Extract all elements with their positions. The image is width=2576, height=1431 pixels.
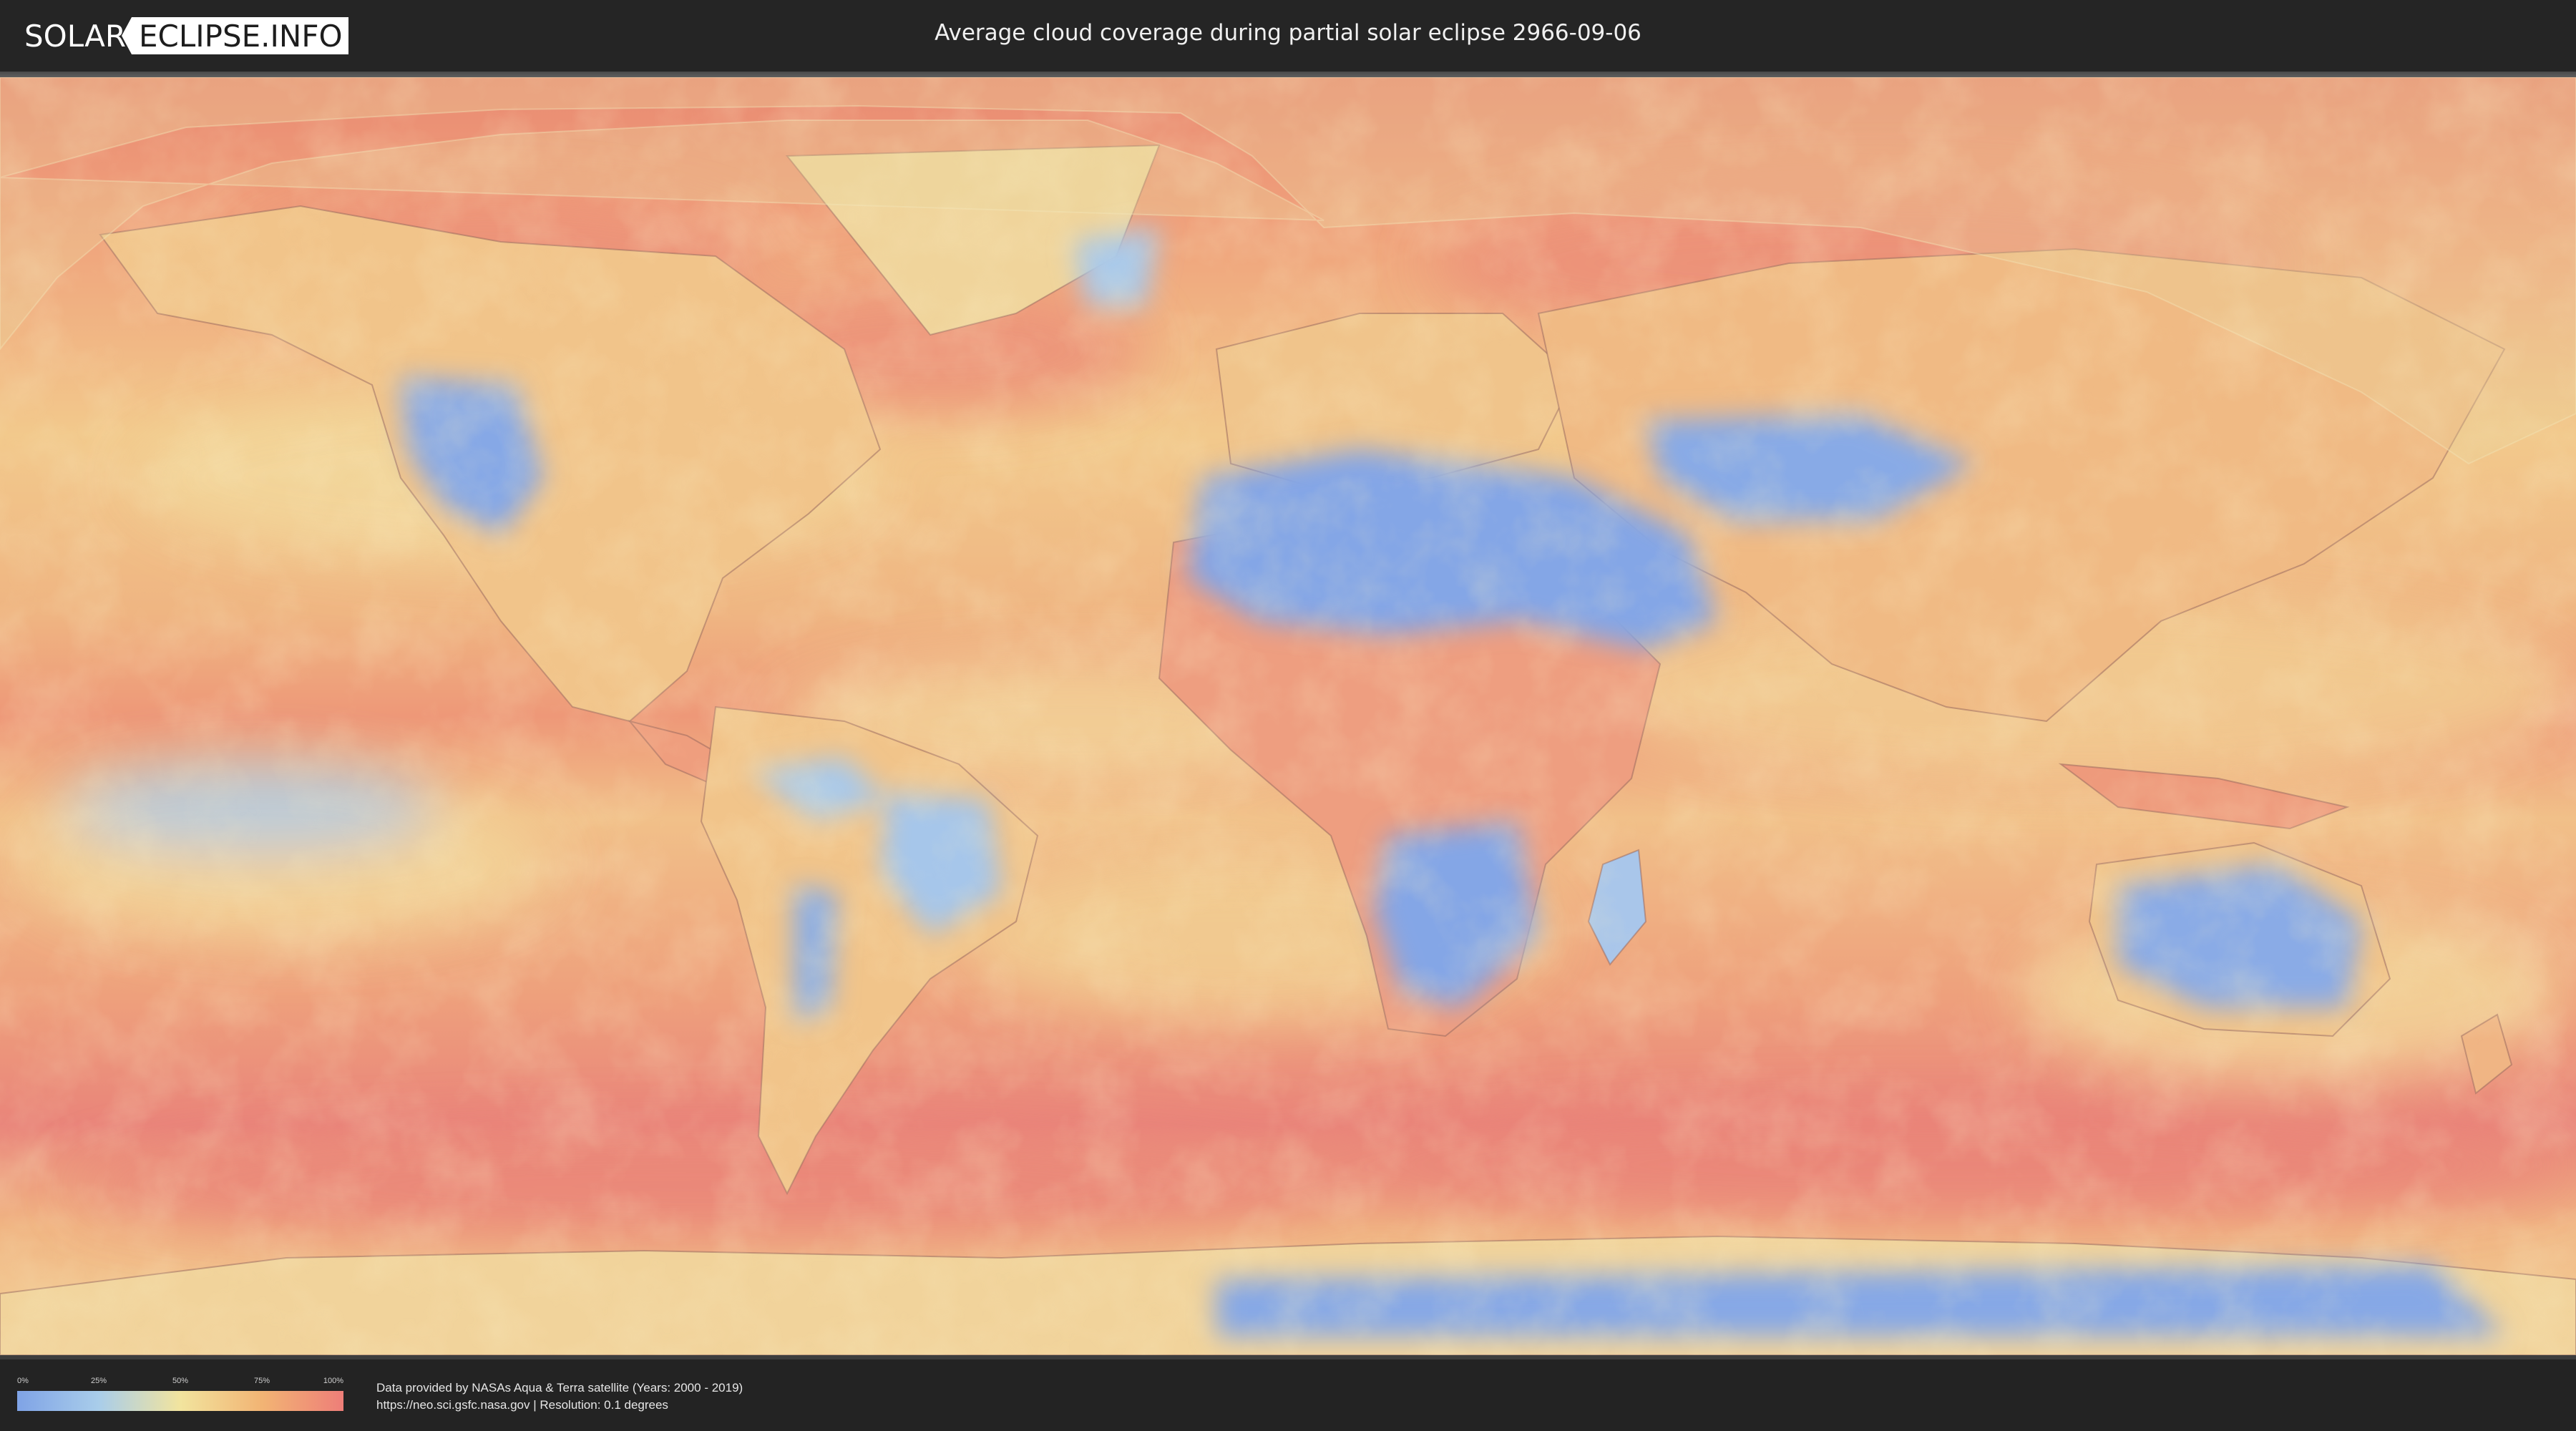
credits-line-1: Data provided by NASAs Aqua & Terra sate…: [376, 1381, 743, 1395]
legend-tick-75: 75%: [253, 1377, 270, 1385]
data-credits: Data provided by NASAs Aqua & Terra sate…: [376, 1379, 743, 1414]
credits-line-2: https://neo.sci.gsfc.nasa.gov | Resoluti…: [376, 1398, 668, 1412]
legend-tick-25: 25%: [90, 1377, 107, 1385]
legend-ticks: 0% 25% 50% 75% 100%: [17, 1377, 343, 1390]
page: SOLAR ECLIPSE.INFO Average cloud coverag…: [0, 0, 2576, 1431]
cloud-coverage-legend: 0% 25% 50% 75% 100%: [17, 1377, 343, 1431]
legend-tick-100: 100%: [323, 1377, 344, 1385]
legend-tick-50: 50%: [172, 1377, 189, 1385]
footer-divider: [0, 1355, 2576, 1359]
cloud-coverage-map[interactable]: [0, 77, 2576, 1355]
world-map-svg: [0, 77, 2576, 1355]
footer-bar: 0% 25% 50% 75% 100% Data provided by NAS…: [0, 1355, 2576, 1431]
header-divider: [0, 72, 2576, 77]
legend-tick-0: 0%: [17, 1377, 29, 1385]
legend-color-bar: [17, 1391, 343, 1411]
noise-overlay: [0, 77, 2576, 1355]
page-title: Average cloud coverage during partial so…: [935, 20, 1641, 46]
header-bar: SOLAR ECLIPSE.INFO Average cloud coverag…: [0, 0, 2576, 72]
